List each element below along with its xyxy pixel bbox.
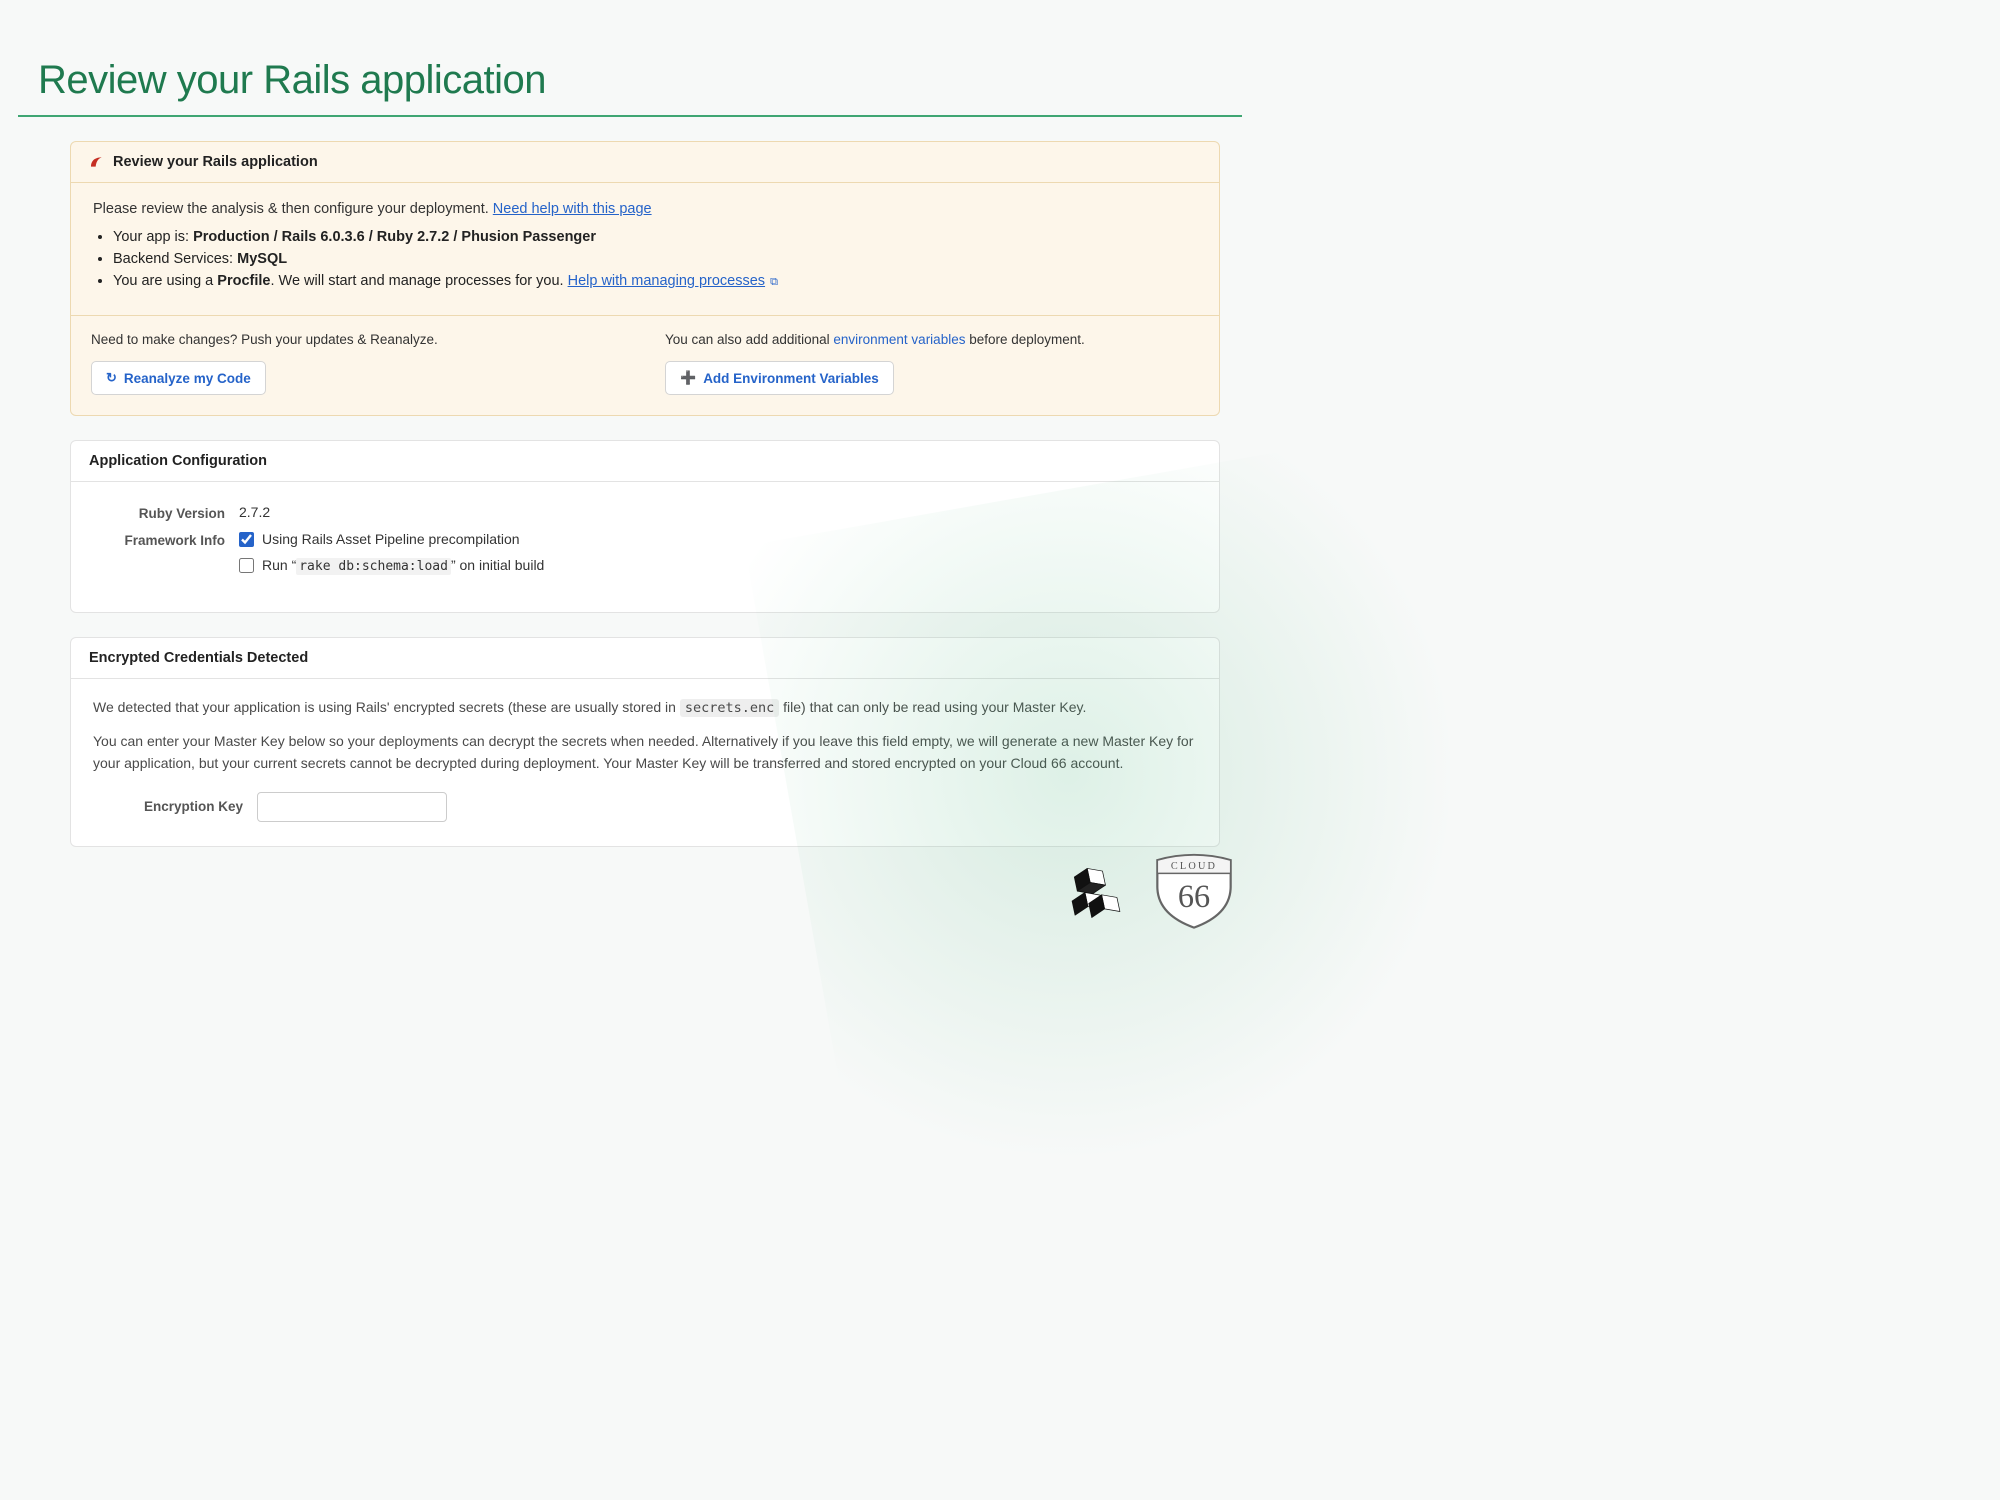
enc-paragraph-2: You can enter your Master Key below so y… bbox=[93, 731, 1197, 774]
encrypted-credentials-header: Encrypted Credentials Detected bbox=[71, 638, 1219, 679]
schema-load-checkbox[interactable] bbox=[239, 558, 254, 573]
ruby-version-value: 2.7.2 bbox=[239, 504, 1201, 520]
app-config-header: Application Configuration bbox=[71, 441, 1219, 482]
review-intro-text: Please review the analysis & then config… bbox=[93, 201, 493, 217]
env-vars-link[interactable]: environment variables bbox=[833, 332, 965, 347]
framework-info-row: Framework Info Using Rails Asset Pipelin… bbox=[89, 531, 1201, 584]
review-bullet-procfile: You are using a Procfile. We will start … bbox=[113, 273, 1197, 289]
page-title: Review your Rails application bbox=[0, 0, 1280, 115]
envvars-col: You can also add additional environment … bbox=[645, 316, 1219, 415]
reanalyze-button[interactable]: ↻ Reanalyze my Code bbox=[91, 361, 266, 395]
ruby-version-label: Ruby Version bbox=[89, 504, 239, 521]
asset-pipeline-checkbox-row[interactable]: Using Rails Asset Pipeline precompilatio… bbox=[239, 531, 1201, 547]
blocks-logo-icon bbox=[1060, 860, 1132, 932]
encrypted-credentials-body: We detected that your application is usi… bbox=[71, 679, 1219, 846]
encryption-key-label: Encryption Key bbox=[93, 797, 243, 818]
reanalyze-button-label: Reanalyze my Code bbox=[124, 371, 251, 386]
review-actions-row: Need to make changes? Push your updates … bbox=[71, 315, 1219, 415]
encryption-key-row: Encryption Key bbox=[93, 792, 1197, 822]
reanalyze-hint: Need to make changes? Push your updates … bbox=[91, 332, 625, 347]
reanalyze-col: Need to make changes? Push your updates … bbox=[71, 316, 645, 415]
plus-circle-icon: ➕ bbox=[680, 370, 696, 386]
framework-info-label: Framework Info bbox=[89, 531, 239, 548]
envvars-hint: You can also add additional environment … bbox=[665, 332, 1199, 347]
app-config-panel: Application Configuration Ruby Version 2… bbox=[70, 440, 1220, 613]
shield-top-text: CLOUD bbox=[1171, 861, 1217, 872]
main-container: Review your Rails application Please rev… bbox=[70, 141, 1220, 847]
help-page-link[interactable]: Need help with this page bbox=[493, 201, 652, 217]
app-config-body: Ruby Version 2.7.2 Framework Info Using … bbox=[71, 482, 1219, 612]
help-processes-link[interactable]: Help with managing processes bbox=[568, 273, 765, 289]
cloud66-logo-icon: CLOUD 66 bbox=[1150, 844, 1238, 932]
review-bullets: Your app is: Production / Rails 6.0.3.6 … bbox=[93, 229, 1197, 289]
review-panel-body: Please review the analysis & then config… bbox=[71, 183, 1219, 301]
review-intro: Please review the analysis & then config… bbox=[93, 201, 1197, 217]
review-bullet-app: Your app is: Production / Rails 6.0.3.6 … bbox=[113, 229, 1197, 245]
brand-logos: CLOUD 66 bbox=[1060, 844, 1238, 932]
enc-paragraph-1: We detected that your application is usi… bbox=[93, 697, 1197, 719]
asset-pipeline-checkbox[interactable] bbox=[239, 532, 254, 547]
external-link-icon: ⧉ bbox=[767, 276, 778, 288]
framework-info-value: Using Rails Asset Pipeline precompilatio… bbox=[239, 531, 1201, 584]
review-panel-title: Review your Rails application bbox=[113, 154, 318, 170]
add-env-vars-button[interactable]: ➕ Add Environment Variables bbox=[665, 361, 894, 395]
refresh-icon: ↻ bbox=[106, 370, 117, 386]
shield-num-text: 66 bbox=[1178, 878, 1210, 914]
ruby-version-row: Ruby Version 2.7.2 bbox=[89, 504, 1201, 521]
schema-load-label: Run “rake db:schema:load” on initial bui… bbox=[262, 557, 544, 574]
rails-icon bbox=[89, 154, 105, 170]
encryption-key-input[interactable] bbox=[257, 792, 447, 822]
review-panel: Review your Rails application Please rev… bbox=[70, 141, 1220, 416]
review-bullet-backend: Backend Services: MySQL bbox=[113, 251, 1197, 267]
asset-pipeline-label: Using Rails Asset Pipeline precompilatio… bbox=[262, 531, 520, 547]
review-panel-header: Review your Rails application bbox=[71, 142, 1219, 183]
title-rule bbox=[18, 115, 1242, 117]
add-env-vars-button-label: Add Environment Variables bbox=[703, 371, 879, 386]
encrypted-credentials-panel: Encrypted Credentials Detected We detect… bbox=[70, 637, 1220, 847]
schema-load-checkbox-row[interactable]: Run “rake db:schema:load” on initial bui… bbox=[239, 557, 1201, 574]
